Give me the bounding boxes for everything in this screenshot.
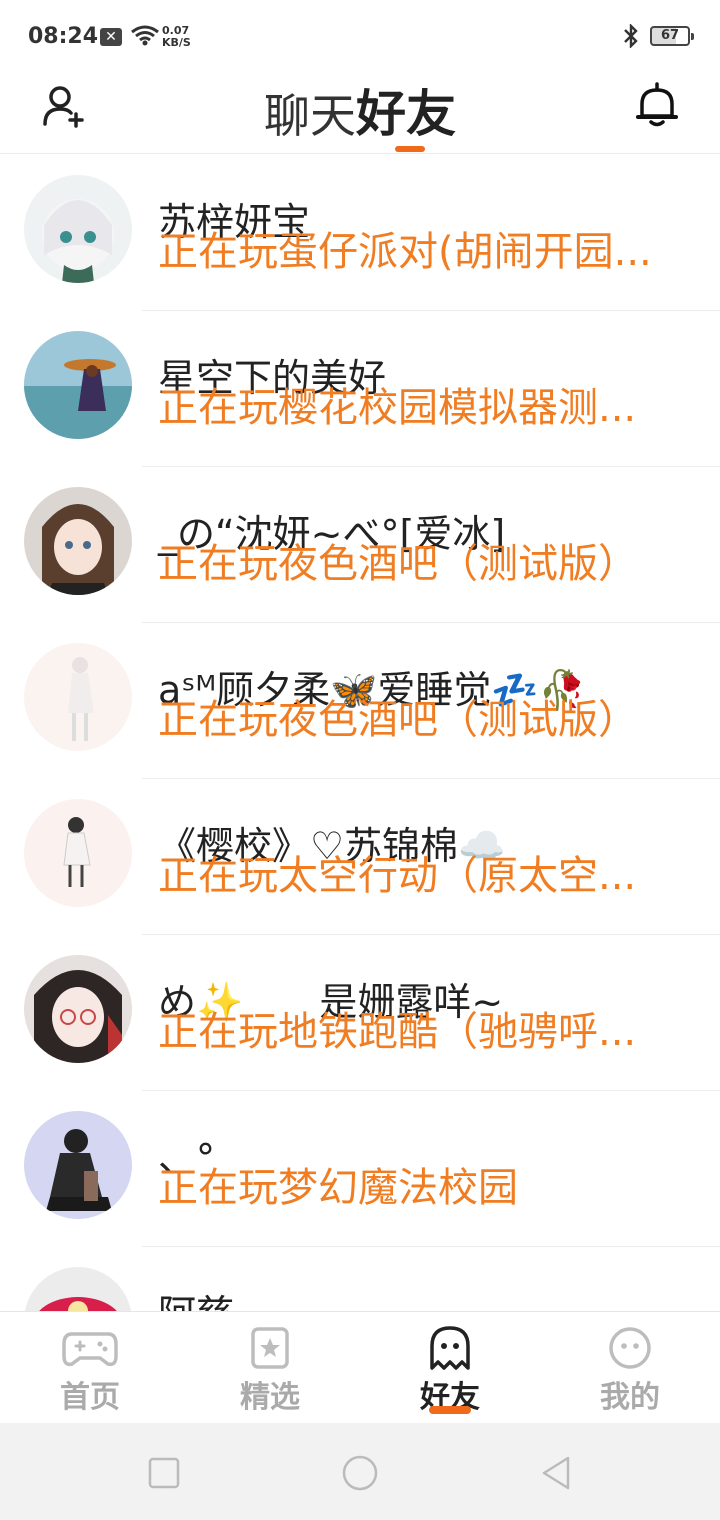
back-icon[interactable] [536, 1453, 576, 1493]
nav-featured[interactable]: 精选 [180, 1312, 360, 1424]
bluetooth-icon [624, 24, 638, 48]
bottom-nav: 首页 精选 好友 我的 [0, 1311, 720, 1423]
tab-active-indicator [395, 146, 425, 152]
friend-list[interactable]: 苏梓妍宝 正在玩蛋仔派对(胡闹开园... 星空下的美好 正在玩樱花校园模拟器测.… [0, 155, 720, 1311]
face-icon [609, 1327, 651, 1369]
home-icon[interactable] [340, 1453, 380, 1493]
friend-status: 正在玩蛋仔派对(胡闹开园... [158, 229, 652, 275]
friend-name: 阿慈 [158, 1283, 234, 1311]
friend-row[interactable]: aˢᴹ顾夕柔🦋爱睡觉💤🥀 正在玩夜色酒吧（测试版） [0, 623, 720, 779]
tab-chat[interactable]: 聊天 [264, 80, 356, 146]
nav-label: 我的 [600, 1380, 660, 1415]
avatar[interactable] [24, 643, 132, 751]
tab-friends[interactable]: 好友 [356, 74, 456, 146]
star-card-icon [251, 1327, 289, 1369]
status-time: 08:24 [28, 24, 99, 49]
avatar[interactable] [24, 799, 132, 907]
avatar[interactable] [24, 955, 132, 1063]
friend-status: 正在玩地铁跑酷（驰骋呼... [158, 1009, 637, 1055]
avatar[interactable] [24, 487, 132, 595]
friend-row[interactable]: 阿慈 [0, 1247, 720, 1311]
bell-icon[interactable] [632, 80, 682, 130]
header: 聊天好友 [0, 70, 720, 154]
friend-row[interactable]: _の“沈妍~べ°[爱冰] 正在玩夜色酒吧（测试版） [0, 467, 720, 623]
friend-row[interactable]: 星空下的美好 正在玩樱花校园模拟器测... [0, 311, 720, 467]
avatar[interactable] [24, 1267, 132, 1311]
ghost-icon [430, 1326, 470, 1370]
friend-row[interactable]: 《樱校》♡苏锦棉☁️ 正在玩太空行动（原太空... [0, 779, 720, 935]
status-bar: 08:24 ✕ 0.07 KB/S 67 [0, 0, 720, 70]
friend-row[interactable]: め✨ 是姗露咩~ 正在玩地铁跑酷（驰骋呼... [0, 935, 720, 1091]
friend-status: 正在玩夜色酒吧（测试版） [158, 541, 638, 587]
nav-active-indicator [429, 1406, 471, 1414]
header-tabs: 聊天好友 [0, 74, 720, 146]
recent-apps-icon[interactable] [144, 1453, 184, 1493]
nav-label: 首页 [60, 1380, 120, 1415]
avatar[interactable] [24, 175, 132, 283]
system-nav-bar [0, 1423, 720, 1520]
battery-indicator: 67 [650, 26, 694, 46]
net-speed: 0.07 KB/S [162, 25, 191, 49]
avatar[interactable] [24, 331, 132, 439]
friend-status: 正在玩夜色酒吧（测试版） [158, 697, 638, 743]
nav-home[interactable]: 首页 [0, 1312, 180, 1424]
gamepad-icon [62, 1332, 118, 1367]
close-box-icon: ✕ [100, 28, 122, 46]
nav-label: 精选 [240, 1380, 300, 1415]
friend-status: 正在玩太空行动（原太空... [158, 853, 637, 899]
friend-status: 正在玩樱花校园模拟器测... [158, 385, 637, 431]
nav-friends[interactable]: 好友 [360, 1312, 540, 1424]
friend-row[interactable]: 、° 正在玩梦幻魔法校园 [0, 1091, 720, 1247]
friend-status: 正在玩梦幻魔法校园 [158, 1165, 518, 1211]
net-speed-unit: KB/S [162, 36, 191, 49]
avatar[interactable] [24, 1111, 132, 1219]
friend-row[interactable]: 苏梓妍宝 正在玩蛋仔派对(胡闹开园... [0, 155, 720, 311]
nav-me[interactable]: 我的 [540, 1312, 720, 1424]
wifi-icon [131, 25, 159, 46]
